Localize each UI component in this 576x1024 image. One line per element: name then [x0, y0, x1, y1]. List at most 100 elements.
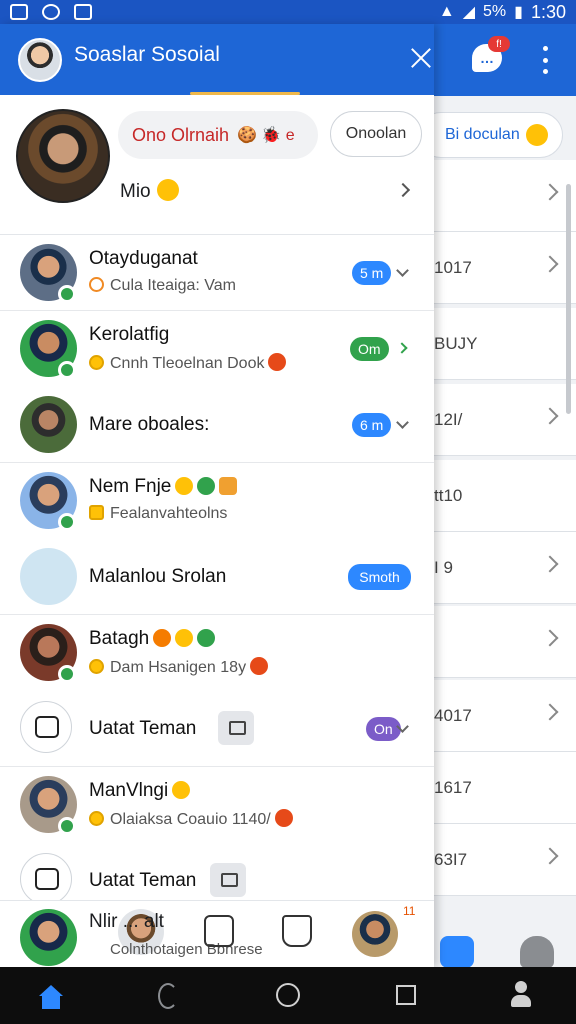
stickers-icon[interactable]: [440, 936, 474, 968]
contact-subtitle: Olaiaksa Coauio 1140/: [89, 809, 293, 829]
more-icon[interactable]: [540, 46, 550, 74]
avatar[interactable]: [20, 909, 77, 966]
close-icon[interactable]: [404, 42, 434, 76]
angry-icon: [268, 353, 287, 371]
chevron-right-icon[interactable]: [395, 182, 411, 198]
background-pill[interactable]: Bi doculan: [418, 112, 563, 158]
profile-icon[interactable]: [510, 981, 532, 1009]
list-item[interactable]: Uatat Teman On: [0, 691, 434, 767]
contact-subtitle: Dam Hsanigen 18y: [89, 657, 269, 677]
battery-level: 5%: [483, 3, 507, 20]
angry-icon: [274, 809, 293, 827]
emoji-icon: [153, 629, 172, 647]
star-icon: [175, 477, 194, 495]
clock: 1:30: [530, 1, 566, 22]
chat-icon[interactable]: [218, 711, 254, 745]
list-item[interactable]: Otayduganat Cula Iteaiga: Vam 5 m: [0, 235, 434, 311]
status-bar: ▲ ◢ 5% ▮ 1:30: [0, 0, 576, 24]
count-badge: On: [366, 717, 401, 741]
list-item[interactable]: Malanlou Srolan Smoth: [0, 539, 434, 615]
document-icon[interactable]: [204, 915, 234, 947]
background-row[interactable]: [434, 606, 576, 678]
emoji-icon: [197, 629, 216, 647]
background-row[interactable]: [434, 160, 576, 232]
time-badge: Om: [350, 337, 389, 361]
drawer-header: Soaslar Sosoial: [0, 24, 434, 95]
avatar: [20, 396, 77, 453]
drawer-title: Soaslar Sosoial: [74, 43, 220, 66]
battery-icon: ▮: [514, 4, 523, 21]
sync-icon: [42, 4, 60, 20]
list-item[interactable]: ManVlngi Olaiaksa Coauio 1140/: [0, 767, 434, 843]
online-indicator: [58, 361, 76, 379]
chat-badge: f!: [488, 36, 510, 52]
contact-subtitle: Fealanvahteolns: [89, 505, 227, 523]
sticker-icon: [219, 477, 238, 495]
signal-icon: ◢: [462, 4, 476, 21]
profile-avatar[interactable]: [16, 109, 110, 203]
home-icon[interactable]: [36, 985, 66, 1009]
message-icon: [20, 853, 72, 905]
online-indicator: [58, 285, 76, 303]
navigation-bar: [0, 967, 576, 1024]
online-indicator: [58, 513, 76, 531]
contact-name: Uatat Teman: [89, 718, 197, 739]
scrollbar[interactable]: [566, 184, 571, 414]
background-row[interactable]: 12I/: [434, 384, 576, 456]
chevron-right-icon[interactable]: [396, 342, 408, 354]
star-icon: [172, 781, 191, 799]
list-item[interactable]: Batagh Dam Hsanigen 18y: [0, 615, 434, 691]
open-button[interactable]: Onoolan: [330, 111, 422, 157]
home-button-icon[interactable]: [276, 983, 300, 1007]
contact-subtitle: Cula Iteaiga: Vam: [89, 277, 236, 295]
background-row[interactable]: 1617: [434, 752, 576, 824]
notification-count: 11: [403, 904, 416, 918]
avatar[interactable]: [352, 911, 398, 957]
contact-name: ManVlngi: [89, 780, 191, 802]
contact-name: Otayduganat: [89, 248, 198, 269]
background-row[interactable]: 63I7: [434, 824, 576, 896]
list-item[interactable]: Nem Fnje Fealanvahteolns: [0, 463, 434, 539]
online-indicator: [58, 817, 76, 835]
elephant-icon: [20, 548, 77, 605]
chevron-down-icon[interactable]: [396, 416, 409, 429]
sticker-icon: [197, 477, 216, 495]
back-icon[interactable]: [158, 983, 178, 1009]
drawer-bottom-bar: Nlir ... alt Colnthotaigen Bbnrese 11: [0, 900, 434, 967]
background-row[interactable]: 1017: [434, 232, 576, 304]
bottom-contact-name: Nlir ... alt: [89, 911, 164, 932]
gift-icon[interactable]: [282, 915, 312, 947]
background-row[interactable]: 4017: [434, 680, 576, 752]
time-badge: Smoth: [348, 564, 411, 590]
contact-name: Mare oboales:: [89, 414, 210, 435]
contact-name: Kerolatfig: [89, 324, 170, 345]
profile-name: Mio: [120, 179, 179, 203]
angry-icon: [250, 657, 269, 675]
wifi-icon: ▲: [438, 3, 455, 20]
list-item[interactable]: Mare oboales: 6 m: [0, 387, 434, 463]
background-pill-label: Bi doculan: [445, 126, 520, 143]
recents-icon[interactable]: [396, 985, 416, 1005]
list-item[interactable]: Kerolatfig Cnnh Tleoelnan Dook Om: [0, 311, 434, 387]
background-row[interactable]: tt10: [434, 460, 576, 532]
contact-name: Uatat Teman: [89, 870, 197, 891]
contact-list: Otayduganat Cula Iteaiga: Vam 5 m Kerola…: [0, 235, 434, 919]
side-drawer: Soaslar Sosoial Ono Olrnaih 🍪 🐞 e Onoola…: [0, 24, 434, 967]
contact-name: Batagh: [89, 628, 216, 650]
chevron-down-icon[interactable]: [396, 264, 409, 277]
status-emoji: 🍪 🐞 e: [237, 127, 295, 144]
background-row[interactable]: I 9: [434, 532, 576, 604]
smile-icon: [156, 179, 179, 201]
message-icon: [20, 701, 72, 753]
online-indicator: [58, 665, 76, 683]
smile-icon: [526, 124, 548, 146]
background-row[interactable]: BUJY: [434, 308, 576, 380]
chat-icon[interactable]: [210, 863, 246, 897]
avatar[interactable]: [18, 38, 62, 82]
contact-name: Malanlou Srolan: [89, 566, 227, 587]
notification-icon: [74, 4, 92, 20]
profile-section[interactable]: Ono Olrnaih 🍪 🐞 e Onoolan Mio: [0, 95, 434, 235]
time-badge: 6 m: [352, 413, 392, 437]
status-bubble[interactable]: Ono Olrnaih 🍪 🐞 e: [118, 111, 318, 159]
groups-icon[interactable]: [520, 936, 554, 968]
